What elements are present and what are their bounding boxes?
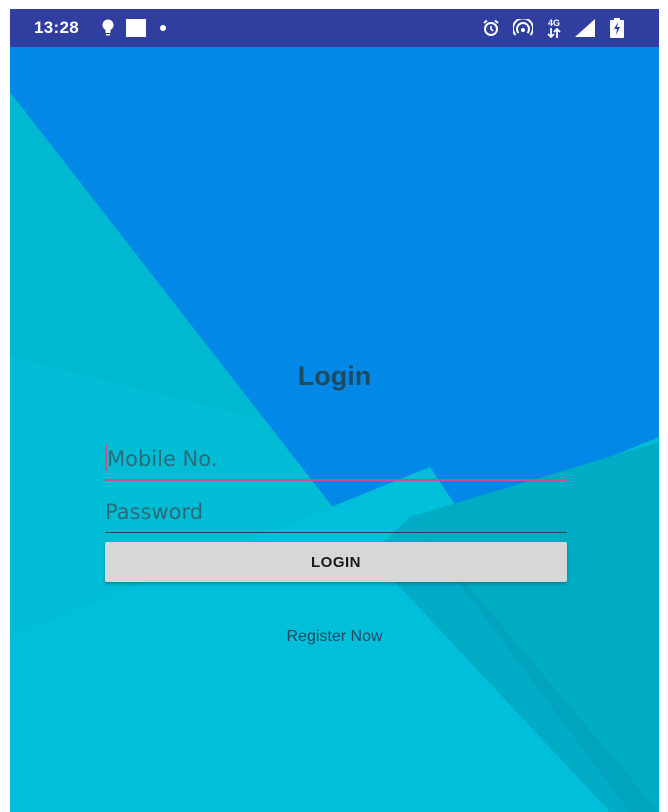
square-notification-icon [125, 16, 147, 40]
password-field[interactable] [105, 492, 567, 533]
app-screen: 13:28 4G Login Mobile No. LOGIN Register… [10, 9, 659, 812]
background-pattern [10, 47, 659, 812]
status-bar: 13:28 4G [10, 9, 659, 47]
register-now-link[interactable]: Register Now [10, 628, 659, 646]
password-input[interactable] [105, 492, 567, 532]
hotspot-icon [512, 16, 534, 40]
mobile-input[interactable] [105, 439, 569, 479]
signal-icon [573, 16, 597, 40]
dot-icon [158, 16, 168, 40]
lightbulb-icon [98, 16, 118, 40]
alarm-icon [480, 16, 502, 40]
page-title: Login [297, 361, 372, 391]
text-cursor [105, 445, 107, 471]
login-button[interactable]: LOGIN [105, 542, 567, 582]
mobile-data-icon: 4G [543, 16, 565, 40]
network-type-label: 4G [547, 17, 560, 28]
status-time: 13:28 [34, 18, 79, 37]
mobile-field[interactable] [105, 439, 569, 481]
battery-charging-icon [607, 16, 627, 40]
